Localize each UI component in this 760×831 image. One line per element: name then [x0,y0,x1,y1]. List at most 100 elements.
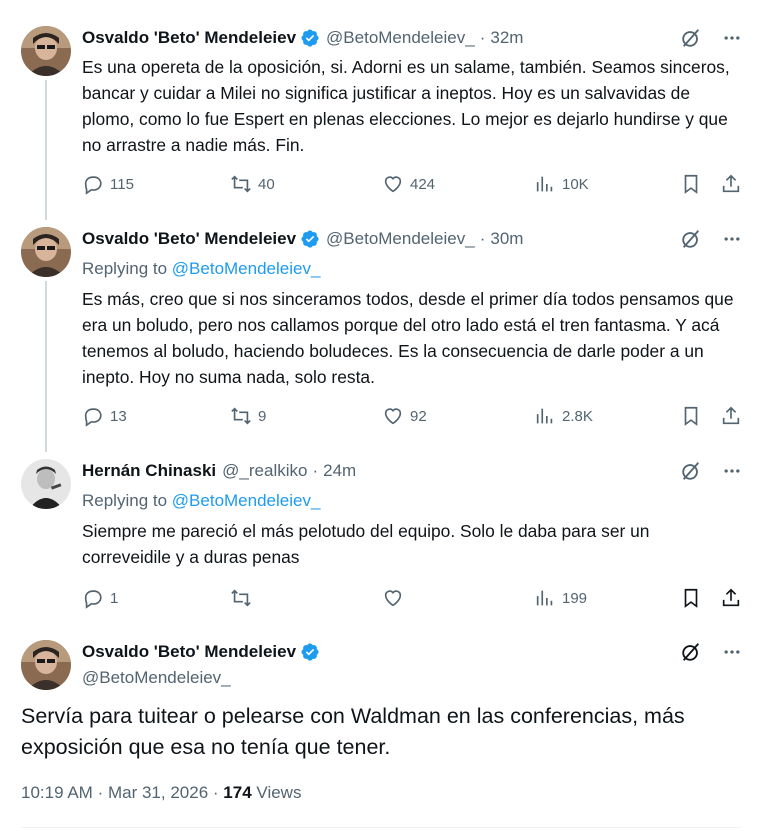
like-icon [384,408,402,425]
replying-to-label: Replying to [82,259,168,278]
author-handle[interactable]: @BetoMendeleiev_ [82,668,320,688]
views-button[interactable]: 199 [534,586,587,610]
tweet-header: Hernán Chinaski @_realkiko · 24m [82,459,356,483]
reply-button[interactable]: 13 [82,404,127,428]
tweet-3[interactable]: Hernán Chinaski @_realkiko · 24m Replyin… [0,452,760,630]
more-icon[interactable] [722,461,742,481]
tweet-text: Es una opereta de la oposición, si. Ador… [82,57,730,155]
post-date[interactable]: Mar 31, 2026 [108,783,208,802]
retweet-icon [231,175,251,193]
share-icon [722,174,740,193]
retweet-button[interactable]: 9 [230,404,266,428]
avatar[interactable] [21,26,71,76]
tweet-2[interactable]: Osvaldo 'Beto' Mendeleiev @BetoMendeleie… [0,220,760,452]
avatar[interactable] [21,459,71,509]
thread-line [45,80,47,220]
timestamp[interactable]: 30m [490,229,523,249]
bookmark-button[interactable] [680,172,702,196]
author-name[interactable]: Osvaldo 'Beto' Mendeleiev [82,642,296,662]
divider [21,827,741,828]
share-button[interactable] [720,404,742,428]
reply-icon [84,176,102,195]
like-button[interactable]: 424 [382,172,435,196]
replying-to: Replying to @BetoMendeleiev_ [82,259,320,279]
bookmark-icon [684,406,698,426]
main-tweet-header-actions [680,640,742,664]
tweet-text: Siempre me pareció el más pelotudo del e… [82,521,650,567]
tweet-header-actions [680,459,742,483]
more-icon[interactable] [722,642,742,662]
verified-badge-icon[interactable] [300,642,320,662]
author-handle[interactable]: @_realkiko [222,461,307,481]
like-button[interactable]: 92 [382,404,427,428]
grok-icon[interactable] [680,460,702,482]
views-icon [536,176,553,192]
separator: · [479,28,486,47]
replying-to-link[interactable]: @BetoMendeleiev_ [172,259,321,278]
share-button[interactable] [720,586,742,610]
reply-count: 115 [110,175,134,193]
like-button[interactable] [382,586,404,610]
author-handle[interactable]: @BetoMendeleiev_ [326,229,475,249]
avatar-photo [21,640,71,690]
verified-badge-icon[interactable] [300,229,320,249]
like-count: 92 [410,407,427,425]
bookmark-icon [684,174,698,194]
retweet-icon [231,407,251,425]
grok-icon[interactable] [680,641,702,663]
author-handle[interactable]: @BetoMendeleiev_ [326,28,475,48]
views-icon [536,408,553,424]
author-name[interactable]: Hernán Chinaski [82,461,216,481]
tweet-1[interactable]: Osvaldo 'Beto' Mendeleiev @BetoMendeleie… [0,0,760,220]
bookmark-button[interactable] [680,586,702,610]
main-tweet-text: Servía para tuitear o pelearse con Waldm… [21,704,685,759]
timestamp[interactable]: 24m [323,461,356,481]
retweet-button[interactable]: 40 [230,172,275,196]
replying-to: Replying to @BetoMendeleiev_ [82,491,320,511]
action-bar: 1 199 [82,586,744,610]
reply-button[interactable]: 115 [82,172,134,196]
verified-badge-icon[interactable] [300,28,320,48]
post-time[interactable]: 10:19 AM [21,783,93,802]
reply-icon [84,590,102,609]
separator: · [479,229,486,248]
views-count: 2.8K [562,407,593,425]
main-tweet-header: Osvaldo 'Beto' Mendeleiev @BetoMendeleie… [82,640,320,688]
action-bar: 115 40 424 10K [82,172,744,196]
views-count: 199 [562,589,588,607]
retweet-button[interactable] [230,586,252,610]
avatar[interactable] [21,227,71,277]
author-name[interactable]: Osvaldo 'Beto' Mendeleiev [82,28,296,48]
views-label: Views [256,783,302,802]
separator: · [312,461,319,480]
like-icon [384,590,402,607]
grok-icon[interactable] [680,27,702,49]
more-icon[interactable] [722,28,742,48]
replying-to-link[interactable]: @BetoMendeleiev_ [172,491,321,510]
share-icon [722,406,740,425]
author-name[interactable]: Osvaldo 'Beto' Mendeleiev [82,229,296,249]
more-icon[interactable] [722,229,742,249]
tweet-header-actions [680,227,742,251]
separator: · [212,783,219,802]
action-bar: 13 9 92 2.8K [82,404,744,428]
reply-count: 13 [110,407,127,425]
timestamp[interactable]: 32m [490,28,523,48]
avatar-photo [21,459,71,509]
tweet-header-actions [680,26,742,50]
avatar-photo [21,26,71,76]
share-button[interactable] [720,172,742,196]
main-avatar[interactable] [21,640,71,690]
grok-icon[interactable] [680,228,702,250]
views-button[interactable]: 10K [534,172,589,196]
views-icon [536,590,553,606]
reply-icon [84,408,102,427]
bookmark-button[interactable] [680,404,702,428]
bookmark-icon [684,588,698,608]
main-tweet-meta: 10:19 AM · Mar 31, 2026 · 174 Views [21,783,301,803]
views-count: 174 [223,783,252,802]
like-icon [384,176,402,193]
views-button[interactable]: 2.8K [534,404,593,428]
reply-button[interactable]: 1 [82,586,118,610]
avatar-photo [21,227,71,277]
